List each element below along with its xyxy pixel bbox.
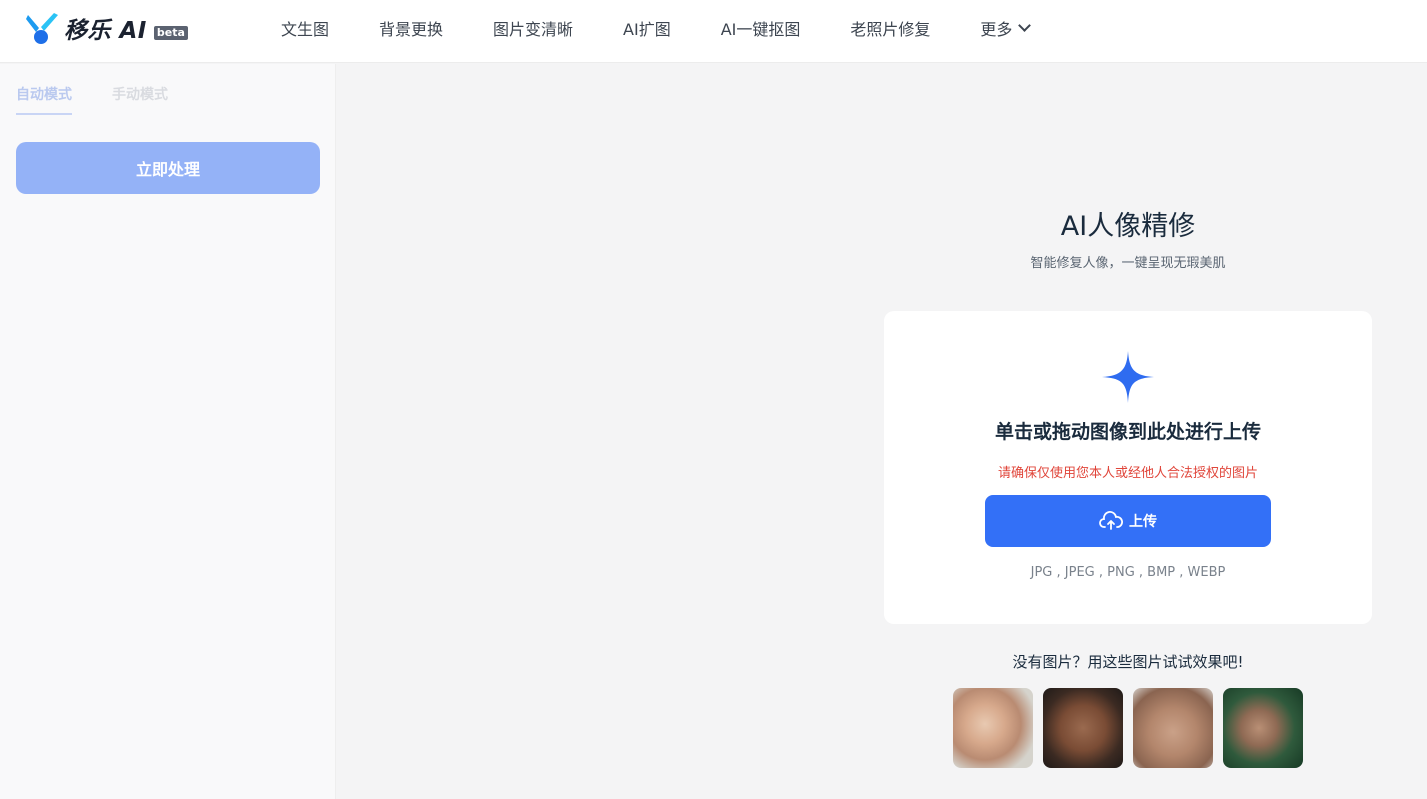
sample-image-1[interactable] — [953, 688, 1033, 768]
nav-item-image-enhance[interactable]: 图片变清晰 — [493, 16, 573, 40]
nav-item-more[interactable]: 更多 — [980, 16, 1032, 40]
upload-dropzone[interactable]: 单击或拖动图像到此处进行上传 请确保仅使用您本人或经他人合法授权的图片 上传 J… — [884, 311, 1372, 624]
nav-item-ai-cutout[interactable]: AI一键抠图 — [721, 16, 801, 40]
sample-image-3[interactable] — [1133, 688, 1213, 768]
upload-button[interactable]: 上传 — [985, 495, 1271, 547]
authorization-warning: 请确保仅使用您本人或经他人合法授权的图片 — [997, 466, 1258, 481]
nav-item-ai-expand[interactable]: AI扩图 — [623, 16, 671, 40]
nav-item-text-to-image[interactable]: 文生图 — [281, 16, 329, 40]
sample-image-4[interactable] — [1223, 688, 1303, 768]
cloud-upload-icon — [1099, 511, 1123, 530]
logo[interactable]: 移乐 AI beta — [26, 11, 188, 45]
process-now-button[interactable]: 立即处理 — [16, 142, 320, 194]
top-header: 移乐 AI beta 文生图 背景更换 图片变清晰 AI扩图 AI一键抠图 老照… — [0, 0, 1427, 63]
page-title: AI人像精修 — [1060, 211, 1196, 242]
nav-item-background-replace[interactable]: 背景更换 — [379, 16, 443, 40]
logo-text: 移乐 AI — [64, 18, 147, 44]
beta-badge: beta — [153, 25, 188, 40]
supported-formats: JPG , JPEG , PNG , BMP , WEBP — [1030, 565, 1226, 580]
sample-image-2[interactable] — [1043, 688, 1123, 768]
chevron-down-icon — [1018, 19, 1032, 32]
dropzone-text: 单击或拖动图像到此处进行上传 — [994, 421, 1261, 443]
main-nav: 文生图 背景更换 图片变清晰 AI扩图 AI一键抠图 老照片修复 更多 — [281, 0, 1079, 56]
sample-images — [953, 688, 1313, 768]
logo-icon — [26, 13, 58, 44]
nav-more-label: 更多 — [980, 20, 1013, 39]
upload-button-label: 上传 — [1129, 513, 1157, 529]
samples-title: 没有图片？用这些图片试试效果吧! — [1012, 653, 1244, 671]
page-subtitle: 智能修复人像，一键呈现无瑕美肌 — [1030, 256, 1226, 271]
sidebar: 自动模式 手动模式 立即处理 — [0, 64, 336, 799]
tab-auto-mode[interactable]: 自动模式 — [16, 84, 72, 115]
tab-manual-mode[interactable]: 手动模式 — [112, 84, 168, 115]
sparkle-plus-icon — [1102, 351, 1154, 403]
mode-tabs: 自动模式 手动模式 — [16, 84, 208, 115]
nav-item-old-photo-restore[interactable]: 老照片修复 — [850, 16, 930, 40]
